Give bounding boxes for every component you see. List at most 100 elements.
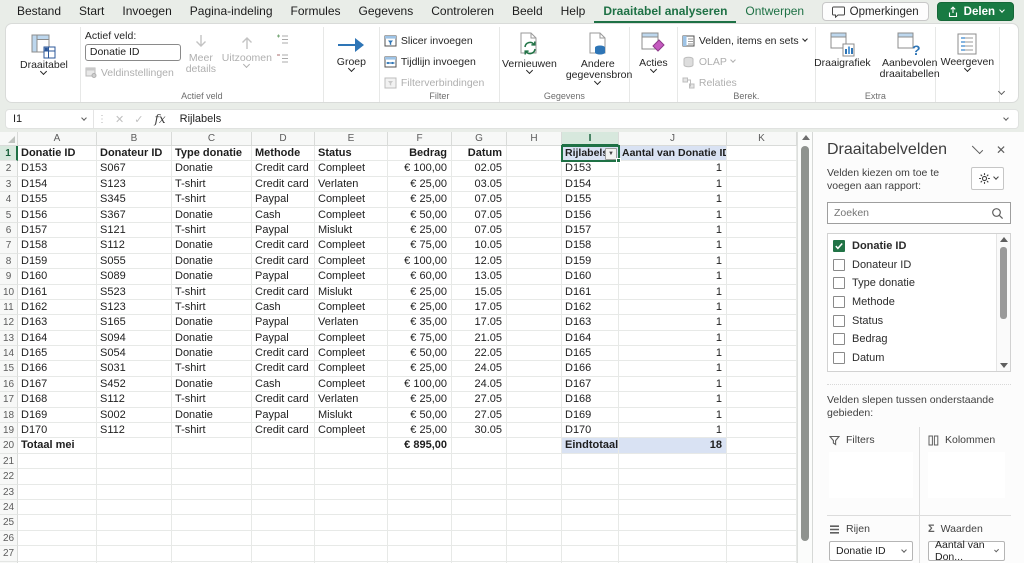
empty-cell[interactable] — [97, 530, 172, 547]
row-header-22[interactable]: 22 — [0, 469, 18, 485]
table-data-cell[interactable]: Credit card — [252, 161, 315, 177]
pivot-row-label-cell[interactable]: D161 — [562, 284, 619, 300]
close-icon[interactable]: ✕ — [991, 143, 1011, 157]
columns-area[interactable]: Kolommen — [919, 427, 1011, 515]
empty-cell[interactable] — [727, 146, 797, 162]
pivot-value-cell[interactable]: 1 — [619, 361, 727, 377]
pivot-row-label-cell[interactable]: D154 — [562, 176, 619, 193]
empty-cell[interactable] — [388, 546, 452, 562]
table-data-cell[interactable]: S345 — [97, 192, 172, 208]
empty-cell[interactable] — [97, 453, 172, 470]
empty-cell[interactable] — [315, 546, 388, 562]
table-data-cell[interactable]: Paypal — [252, 330, 315, 347]
menu-tab-beeld[interactable]: Beeld — [503, 0, 552, 23]
table-header-cell[interactable]: Status — [315, 146, 388, 162]
filters-area[interactable]: Filters — [827, 427, 919, 515]
empty-cell[interactable] — [452, 484, 507, 500]
row-header-25[interactable]: 25 — [0, 515, 18, 531]
scrollbar-thumb[interactable] — [1000, 247, 1007, 319]
table-data-cell[interactable]: S112 — [97, 392, 172, 408]
pivot-value-cell[interactable]: 1 — [619, 176, 727, 193]
table-data-cell[interactable]: Compleet — [315, 376, 388, 393]
menu-tab-invoegen[interactable]: Invoegen — [113, 0, 180, 23]
column-header-G[interactable]: G — [452, 132, 507, 146]
table-data-cell[interactable]: Verlaten — [315, 176, 388, 193]
menu-tab-formules[interactable]: Formules — [282, 0, 350, 23]
empty-cell[interactable] — [388, 515, 452, 531]
column-header-E[interactable]: E — [315, 132, 388, 146]
empty-cell[interactable] — [507, 407, 562, 424]
table-data-cell[interactable]: Credit card — [252, 238, 315, 254]
table-data-cell[interactable]: D160 — [18, 269, 97, 285]
empty-cell[interactable] — [452, 546, 507, 562]
table-data-cell[interactable]: Compleet — [315, 192, 388, 208]
empty-cell[interactable] — [727, 192, 797, 208]
field-item-datum[interactable]: Datum — [833, 349, 994, 368]
insert-timeline-button[interactable]: Tijdlijn invoegen — [384, 52, 484, 71]
empty-cell[interactable] — [97, 546, 172, 562]
table-data-cell[interactable]: € 25,00 — [388, 361, 452, 377]
table-data-cell[interactable]: 17.05 — [452, 299, 507, 316]
pivot-value-cell[interactable]: 1 — [619, 192, 727, 208]
table-data-cell[interactable]: S452 — [97, 376, 172, 393]
table-data-cell[interactable]: T-shirt — [172, 222, 252, 239]
empty-cell[interactable] — [452, 499, 507, 516]
empty-cell[interactable] — [252, 469, 315, 485]
pivot-row-label-cell[interactable]: D156 — [562, 207, 619, 223]
table-data-cell[interactable]: S123 — [97, 176, 172, 193]
row-header-19[interactable]: 19 — [0, 423, 18, 439]
refresh-button[interactable]: Vernieuwen — [498, 30, 561, 75]
table-data-cell[interactable]: D165 — [18, 346, 97, 362]
formula-input[interactable]: Rijlabels — [172, 113, 1004, 125]
menu-tab-gegevens[interactable]: Gegevens — [350, 0, 423, 23]
table-data-cell[interactable]: T-shirt — [172, 176, 252, 193]
group-button[interactable]: Groep — [332, 32, 370, 73]
insert-function-icon[interactable]: fx — [148, 112, 171, 126]
table-data-cell[interactable]: € 60,00 — [388, 269, 452, 285]
empty-cell[interactable] — [18, 469, 97, 485]
expand-formula-bar-icon[interactable] — [1003, 114, 1009, 121]
empty-cell[interactable] — [619, 484, 727, 500]
pivot-row-label-cell[interactable]: D153 — [562, 161, 619, 177]
table-data-cell[interactable]: € 25,00 — [388, 222, 452, 239]
empty-cell[interactable] — [252, 530, 315, 547]
drill-up-button[interactable]: Uitzoomen — [221, 30, 273, 69]
empty-cell[interactable] — [97, 515, 172, 531]
table-data-cell[interactable]: 24.05 — [452, 361, 507, 377]
empty-cell[interactable] — [727, 161, 797, 177]
table-total-amount[interactable]: € 895,00 — [388, 438, 452, 454]
table-data-cell[interactable]: € 25,00 — [388, 423, 452, 439]
table-data-cell[interactable]: Compleet — [315, 423, 388, 439]
table-data-cell[interactable]: € 25,00 — [388, 284, 452, 300]
empty-cell[interactable] — [507, 530, 562, 547]
rows-dropzone[interactable]: Donatie ID — [829, 541, 913, 563]
empty-cell[interactable] — [252, 438, 315, 454]
table-data-cell[interactable]: 21.05 — [452, 330, 507, 347]
table-data-cell[interactable]: S121 — [97, 222, 172, 239]
pivottable-button[interactable]: Draaitabel — [16, 32, 72, 76]
empty-cell[interactable] — [172, 515, 252, 531]
drill-down-button[interactable]: Meer details — [181, 30, 221, 77]
empty-cell[interactable] — [388, 469, 452, 485]
row-header-14[interactable]: 14 — [0, 346, 18, 362]
checkbox-unchecked[interactable] — [833, 314, 845, 327]
table-data-cell[interactable]: S123 — [97, 299, 172, 316]
empty-cell[interactable] — [18, 515, 97, 531]
empty-cell[interactable] — [727, 423, 797, 439]
checkbox-unchecked[interactable] — [833, 351, 845, 364]
table-data-cell[interactable]: D159 — [18, 253, 97, 270]
recommended-pivottables-button[interactable]: ? Aanbevolen draaitabellen — [879, 30, 941, 82]
empty-cell[interactable] — [388, 499, 452, 516]
table-data-cell[interactable]: T-shirt — [172, 284, 252, 300]
table-data-cell[interactable]: Donatie — [172, 238, 252, 254]
table-data-cell[interactable]: € 50,00 — [388, 346, 452, 362]
insert-slicer-button[interactable]: Slicer invoegen — [384, 31, 484, 50]
table-data-cell[interactable]: Donatie — [172, 315, 252, 331]
collapse-field-button[interactable] — [276, 53, 289, 64]
table-data-cell[interactable]: Credit card — [252, 253, 315, 270]
table-data-cell[interactable]: € 25,00 — [388, 192, 452, 208]
row-header-10[interactable]: 10 — [0, 284, 18, 300]
table-data-cell[interactable]: Cash — [252, 299, 315, 316]
table-data-cell[interactable]: S523 — [97, 284, 172, 300]
table-data-cell[interactable]: 17.05 — [452, 315, 507, 331]
